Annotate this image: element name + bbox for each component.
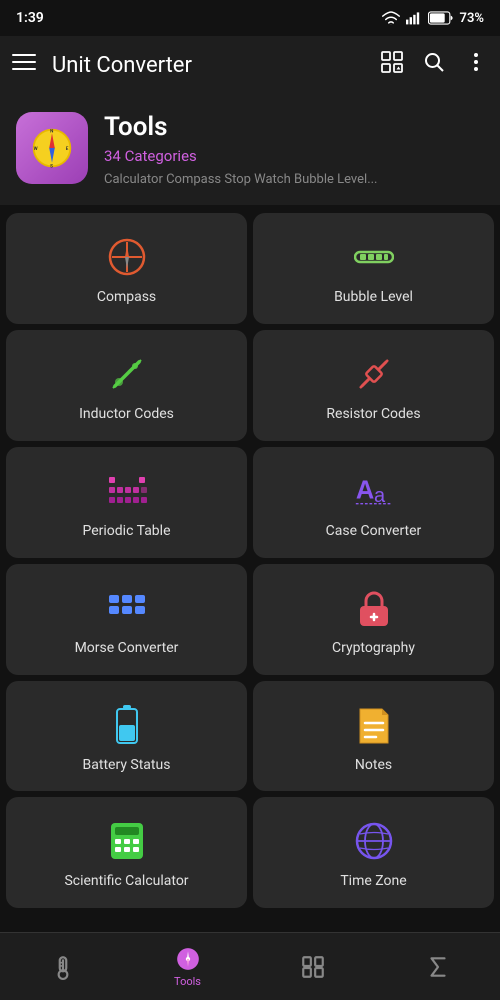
inductor-codes-icon (105, 352, 149, 396)
tool-notes[interactable]: Notes (253, 681, 494, 792)
tool-morse-converter-label: Morse Converter (75, 640, 179, 657)
bubble-level-icon (352, 235, 396, 279)
app-bar-actions (380, 50, 488, 80)
tool-compass[interactable]: Compass (6, 213, 247, 324)
tool-time-zone[interactable]: Time Zone (253, 797, 494, 908)
battery-status-icon (105, 703, 149, 747)
header-card: N S W E Tools 34 Categories Calculator C… (0, 94, 500, 205)
tool-bubble-level[interactable]: Bubble Level (253, 213, 494, 324)
signal-icon (406, 11, 422, 25)
tool-cryptography[interactable]: Cryptography (253, 564, 494, 675)
header-title: Tools (104, 112, 484, 143)
time-zone-icon (352, 819, 396, 863)
tool-battery-status-label: Battery Status (83, 757, 171, 774)
tool-inductor-codes[interactable]: Inductor Codes (6, 330, 247, 441)
more-button[interactable] (464, 50, 488, 80)
svg-text:N: N (50, 128, 53, 134)
nav-sigma[interactable] (408, 954, 468, 980)
svg-text:A: A (355, 476, 373, 504)
bottom-nav: Tools (0, 932, 500, 1000)
tool-resistor-codes-label: Resistor Codes (326, 406, 420, 423)
header-info: Tools 34 Categories Calculator Compass S… (104, 112, 484, 189)
tool-scientific-calculator[interactable]: Scientific Calculator (6, 797, 247, 908)
nav-tools[interactable]: Tools (158, 946, 218, 988)
nav-converter[interactable] (283, 954, 343, 980)
nav-thermometer[interactable] (33, 954, 93, 980)
header-icon: N S W E (16, 112, 88, 184)
wifi-icon (382, 11, 400, 25)
svg-text:W: W (34, 146, 38, 152)
tool-battery-status[interactable]: Battery Status (6, 681, 247, 792)
app-bar: Unit Converter (0, 36, 500, 94)
tool-time-zone-label: Time Zone (340, 873, 406, 890)
fav-grid-button[interactable] (380, 50, 404, 80)
tool-compass-label: Compass (97, 289, 156, 306)
tool-notes-label: Notes (355, 757, 392, 774)
notes-icon (352, 703, 396, 747)
tool-scientific-calculator-label: Scientific Calculator (64, 873, 188, 890)
morse-converter-icon (105, 586, 149, 630)
nav-tools-label: Tools (174, 975, 201, 988)
tool-cryptography-label: Cryptography (332, 640, 415, 657)
tool-resistor-codes[interactable]: Resistor Codes (253, 330, 494, 441)
tool-inductor-codes-label: Inductor Codes (79, 406, 174, 423)
svg-text:E: E (66, 146, 69, 152)
tool-bubble-level-label: Bubble Level (334, 289, 413, 306)
search-button[interactable] (422, 50, 446, 80)
status-bar: 1:39 73% (0, 0, 500, 36)
tools-grid: Compass Bubble Level (0, 213, 500, 908)
app-title: Unit Converter (52, 53, 380, 78)
tool-case-converter-label: Case Converter (326, 523, 422, 540)
battery-percent: 73% (460, 11, 484, 26)
scientific-calculator-icon (105, 819, 149, 863)
compass-icon (105, 235, 149, 279)
battery-icon (428, 11, 454, 25)
status-time: 1:39 (16, 10, 44, 26)
header-subtitle: 34 Categories (104, 147, 484, 165)
periodic-table-icon (105, 469, 149, 513)
resistor-codes-icon (352, 352, 396, 396)
header-desc: Calculator Compass Stop Watch Bubble Lev… (104, 171, 484, 189)
compass-header-icon: N S W E (30, 126, 74, 170)
tool-case-converter[interactable]: A a Case Converter (253, 447, 494, 558)
status-icons: 73% (382, 11, 484, 26)
case-converter-icon: A a (352, 469, 396, 513)
menu-button[interactable] (12, 50, 36, 80)
tool-periodic-table[interactable]: Periodic Table (6, 447, 247, 558)
cryptography-icon (352, 586, 396, 630)
svg-text:S: S (50, 163, 53, 169)
content-scroll: N S W E Tools 34 Categories Calculator C… (0, 94, 500, 988)
tool-morse-converter[interactable]: Morse Converter (6, 564, 247, 675)
tool-periodic-table-label: Periodic Table (82, 523, 170, 540)
